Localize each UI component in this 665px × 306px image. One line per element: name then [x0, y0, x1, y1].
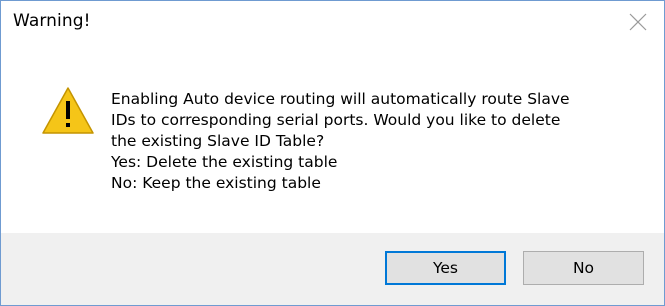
- yes-button[interactable]: Yes: [385, 251, 506, 285]
- no-button[interactable]: No: [523, 251, 644, 285]
- close-button[interactable]: [618, 5, 658, 39]
- close-icon: [629, 13, 647, 31]
- warning-dialog: Warning! Enabling Auto device routing wi…: [0, 0, 665, 306]
- message-line: No: Keep the existing table: [111, 174, 321, 192]
- button-bar: Yes No: [1, 233, 664, 305]
- dialog-content: Enabling Auto device routing will automa…: [1, 43, 664, 233]
- message-line: the existing Slave ID Table?: [111, 132, 325, 150]
- message-line: IDs to corresponding serial ports. Would…: [111, 111, 561, 129]
- warning-icon: [41, 86, 95, 136]
- dialog-title: Warning!: [13, 11, 91, 31]
- message-line: Enabling Auto device routing will automa…: [111, 90, 570, 108]
- title-bar[interactable]: Warning!: [1, 1, 664, 43]
- message-line: Yes: Delete the existing table: [111, 153, 338, 171]
- dialog-message: Enabling Auto device routing will automa…: [111, 89, 651, 194]
